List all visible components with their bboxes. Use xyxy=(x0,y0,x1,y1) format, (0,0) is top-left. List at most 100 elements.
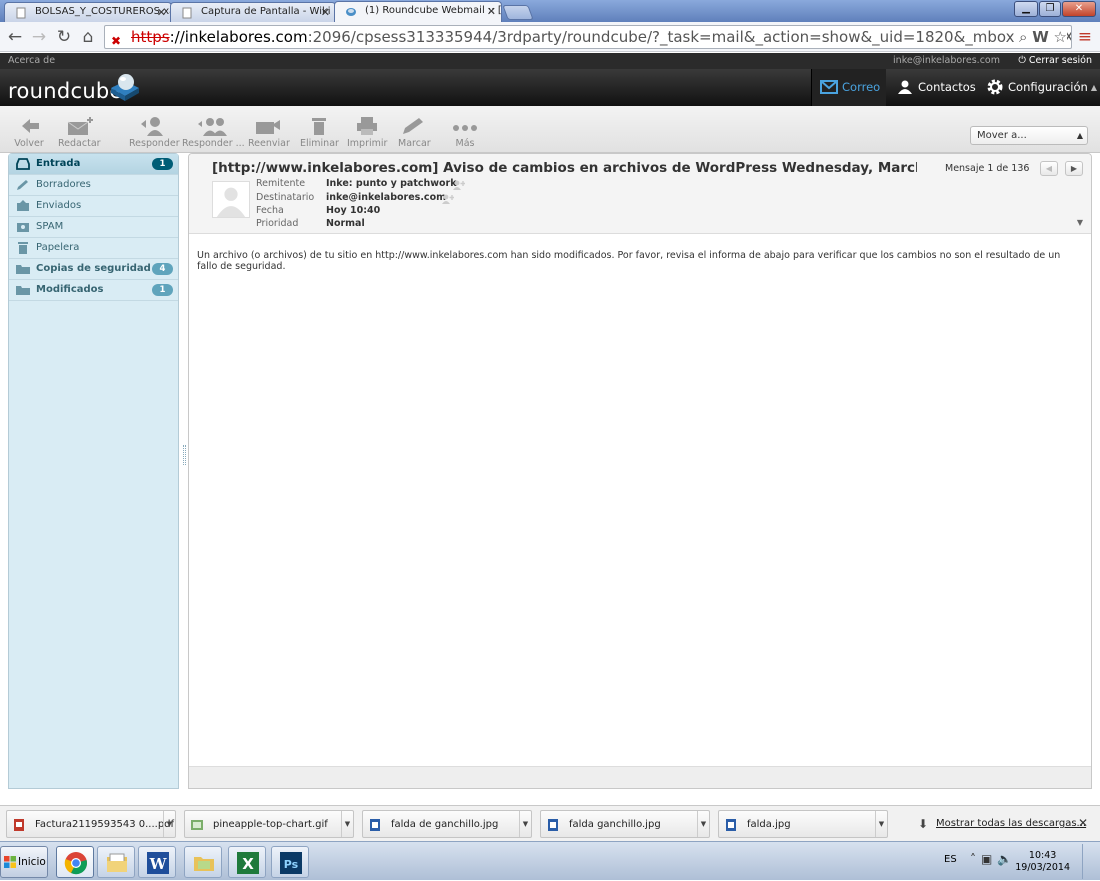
taskbar-app-folder[interactable] xyxy=(184,846,222,878)
dropdown-arrow-icon[interactable]: ▼ xyxy=(519,811,531,837)
back-button[interactable]: Volver xyxy=(14,116,44,149)
dropdown-arrow-icon[interactable]: ▼ xyxy=(341,811,353,837)
show-all-downloads-link[interactable]: ⬇ Mostrar todas las descargas... xyxy=(918,817,1086,831)
forward-icon xyxy=(255,120,280,134)
system-tray: ES ˄▣🔈 10:43 19/03/2014 xyxy=(932,842,1100,881)
show-desktop-button[interactable] xyxy=(1082,844,1100,879)
download-filename: Factura2119593543 0....pdf xyxy=(35,819,175,830)
folder-drafts[interactable]: Borradores xyxy=(9,175,178,196)
address-bar[interactable]: ✖ https://inkelabores.com:2096/cpsess313… xyxy=(104,25,1072,49)
to-value[interactable]: inke@inkelabores.com xyxy=(326,192,446,203)
folder-inbox[interactable]: Entrada 1 xyxy=(9,154,178,175)
sent-icon xyxy=(17,200,29,211)
download-filename: falda.jpg xyxy=(747,819,791,830)
chrome-menu-icon[interactable]: ≡ xyxy=(1078,27,1092,47)
dropdown-arrow-icon[interactable]: ▼ xyxy=(697,811,709,837)
close-window-button[interactable]: ✕ xyxy=(1062,1,1096,17)
dropdown-arrow-icon[interactable]: ▼ xyxy=(163,811,175,837)
browser-tab-active[interactable]: (1) Roundcube Webmail :: [h ✕ xyxy=(334,1,502,22)
minimize-button[interactable]: ▁ xyxy=(1014,1,1038,17)
clock[interactable]: 10:43 19/03/2014 xyxy=(1015,850,1070,874)
task-settings[interactable]: Configuración xyxy=(978,69,1088,106)
forward-button[interactable]: Reenviar xyxy=(248,116,290,149)
svg-text:Ps: Ps xyxy=(284,858,299,871)
compose-button[interactable]: Redactar xyxy=(58,116,101,149)
folder-spam[interactable]: SPAM xyxy=(9,217,178,238)
collapse-header-icon[interactable]: ▲ xyxy=(1091,83,1097,92)
show-hidden-icons-icon[interactable]: ˄ xyxy=(970,852,981,866)
spam-icon xyxy=(17,223,29,232)
download-item[interactable]: falda de ganchillo.jpg ▼ xyxy=(362,810,532,838)
download-item[interactable]: pineapple-top-chart.gif ▼ xyxy=(184,810,354,838)
folder-modified[interactable]: Modificados 1 xyxy=(9,280,178,301)
task-mail[interactable]: Correo xyxy=(811,69,886,106)
browser-tab-title: BOLSAS_Y_COSTUREROS xa xyxy=(35,6,172,17)
mark-label: Marcar xyxy=(398,138,431,149)
task-contacts[interactable]: Contactos xyxy=(888,69,976,106)
svg-text:X: X xyxy=(242,855,254,873)
restore-button[interactable]: ❐ xyxy=(1039,1,1061,17)
close-tab-icon[interactable]: ✕ xyxy=(157,6,166,19)
trash-icon xyxy=(18,242,28,254)
move-to-select[interactable]: Mover a... ▲ xyxy=(970,126,1088,145)
logout-label: Cerrar sesión xyxy=(1028,55,1092,66)
taskbar-app-explorer[interactable] xyxy=(97,846,135,878)
excel-icon: X xyxy=(237,852,259,874)
language-indicator[interactable]: ES xyxy=(944,854,957,865)
taskbar-app-chrome[interactable] xyxy=(56,846,94,878)
compose-icon xyxy=(67,117,94,135)
wikipedia-extension-icon[interactable]: W xyxy=(1032,28,1049,46)
taskbar-app-photoshop[interactable]: Ps xyxy=(271,846,309,878)
bookmark-star-icon[interactable]: ☆ xyxy=(1054,28,1067,46)
more-button[interactable]: Más xyxy=(450,116,480,149)
close-tab-icon[interactable]: ✕ xyxy=(321,6,330,19)
print-label: Imprimir xyxy=(347,138,388,149)
back-arrow-icon[interactable]: ← xyxy=(5,27,25,47)
folder-backups[interactable]: Copias de seguridad 4 xyxy=(9,259,178,280)
close-downloads-icon[interactable]: ✕ xyxy=(1078,816,1088,830)
taskbar-app-excel[interactable]: X xyxy=(228,846,266,878)
new-tab-button[interactable] xyxy=(502,5,534,20)
svg-text:W: W xyxy=(149,855,168,873)
reload-icon[interactable]: ↻ xyxy=(54,27,74,47)
folder-sent[interactable]: Enviados xyxy=(9,196,178,217)
roundcube-icon xyxy=(346,8,356,16)
download-item[interactable]: falda.jpg ▼ xyxy=(718,810,888,838)
dropdown-arrow-icon[interactable]: ▼ xyxy=(875,811,887,837)
home-icon[interactable]: ⌂ xyxy=(78,27,98,47)
download-arrow-icon: ⬇ xyxy=(918,817,929,831)
search-icon[interactable]: ⌕ xyxy=(1019,28,1027,46)
reply-button[interactable]: Responder xyxy=(129,116,180,149)
folder-trash[interactable]: Papelera xyxy=(9,238,178,259)
taskbar-app-word[interactable]: W xyxy=(138,846,176,878)
mark-button[interactable]: Marcar xyxy=(398,116,431,149)
forward-arrow-icon[interactable]: → xyxy=(29,27,49,47)
next-message-button[interactable]: ▶ xyxy=(1065,161,1083,176)
expand-headers-icon[interactable]: ▼ xyxy=(1077,218,1083,227)
network-icon[interactable]: ▣ xyxy=(981,852,997,866)
reply-all-button[interactable]: Responder ... xyxy=(182,116,245,149)
browser-tab[interactable]: BOLSAS_Y_COSTUREROS xa ✕ xyxy=(4,2,172,22)
unread-count-badge: 1 xyxy=(152,158,173,170)
previous-message-button[interactable]: ◀ xyxy=(1040,161,1058,176)
download-item[interactable]: Factura2119593543 0....pdf ▼ xyxy=(6,810,176,838)
reply-all-label: Responder ... xyxy=(182,138,245,149)
start-button[interactable]: Inicio xyxy=(0,846,48,878)
roundcube-logo[interactable]: roundcube xyxy=(8,79,123,103)
delete-button[interactable]: Eliminar xyxy=(300,116,339,149)
add-contact-icon[interactable] xyxy=(442,194,454,204)
folder-label: Borradores xyxy=(36,179,91,190)
task-mail-label: Correo xyxy=(842,80,881,94)
add-contact-icon[interactable] xyxy=(453,180,465,190)
folder-icon xyxy=(194,857,214,871)
download-item[interactable]: falda ganchillo.jpg ▼ xyxy=(540,810,710,838)
logout-button[interactable]: ⏻ Cerrar sesión xyxy=(1018,53,1092,69)
from-value[interactable]: Inke: punto y patchwork xyxy=(326,178,457,189)
windows-logo-icon xyxy=(4,856,16,868)
select-arrows-icon: ▲ xyxy=(1076,131,1083,140)
about-link[interactable]: Acerca de xyxy=(8,53,55,69)
browser-tab[interactable]: Captura de Pantalla - Wiki w ✕ xyxy=(170,2,336,22)
close-tab-icon[interactable]: ✕ xyxy=(487,5,496,18)
pane-splitter[interactable] xyxy=(183,445,186,465)
print-button[interactable]: Imprimir xyxy=(347,116,387,149)
